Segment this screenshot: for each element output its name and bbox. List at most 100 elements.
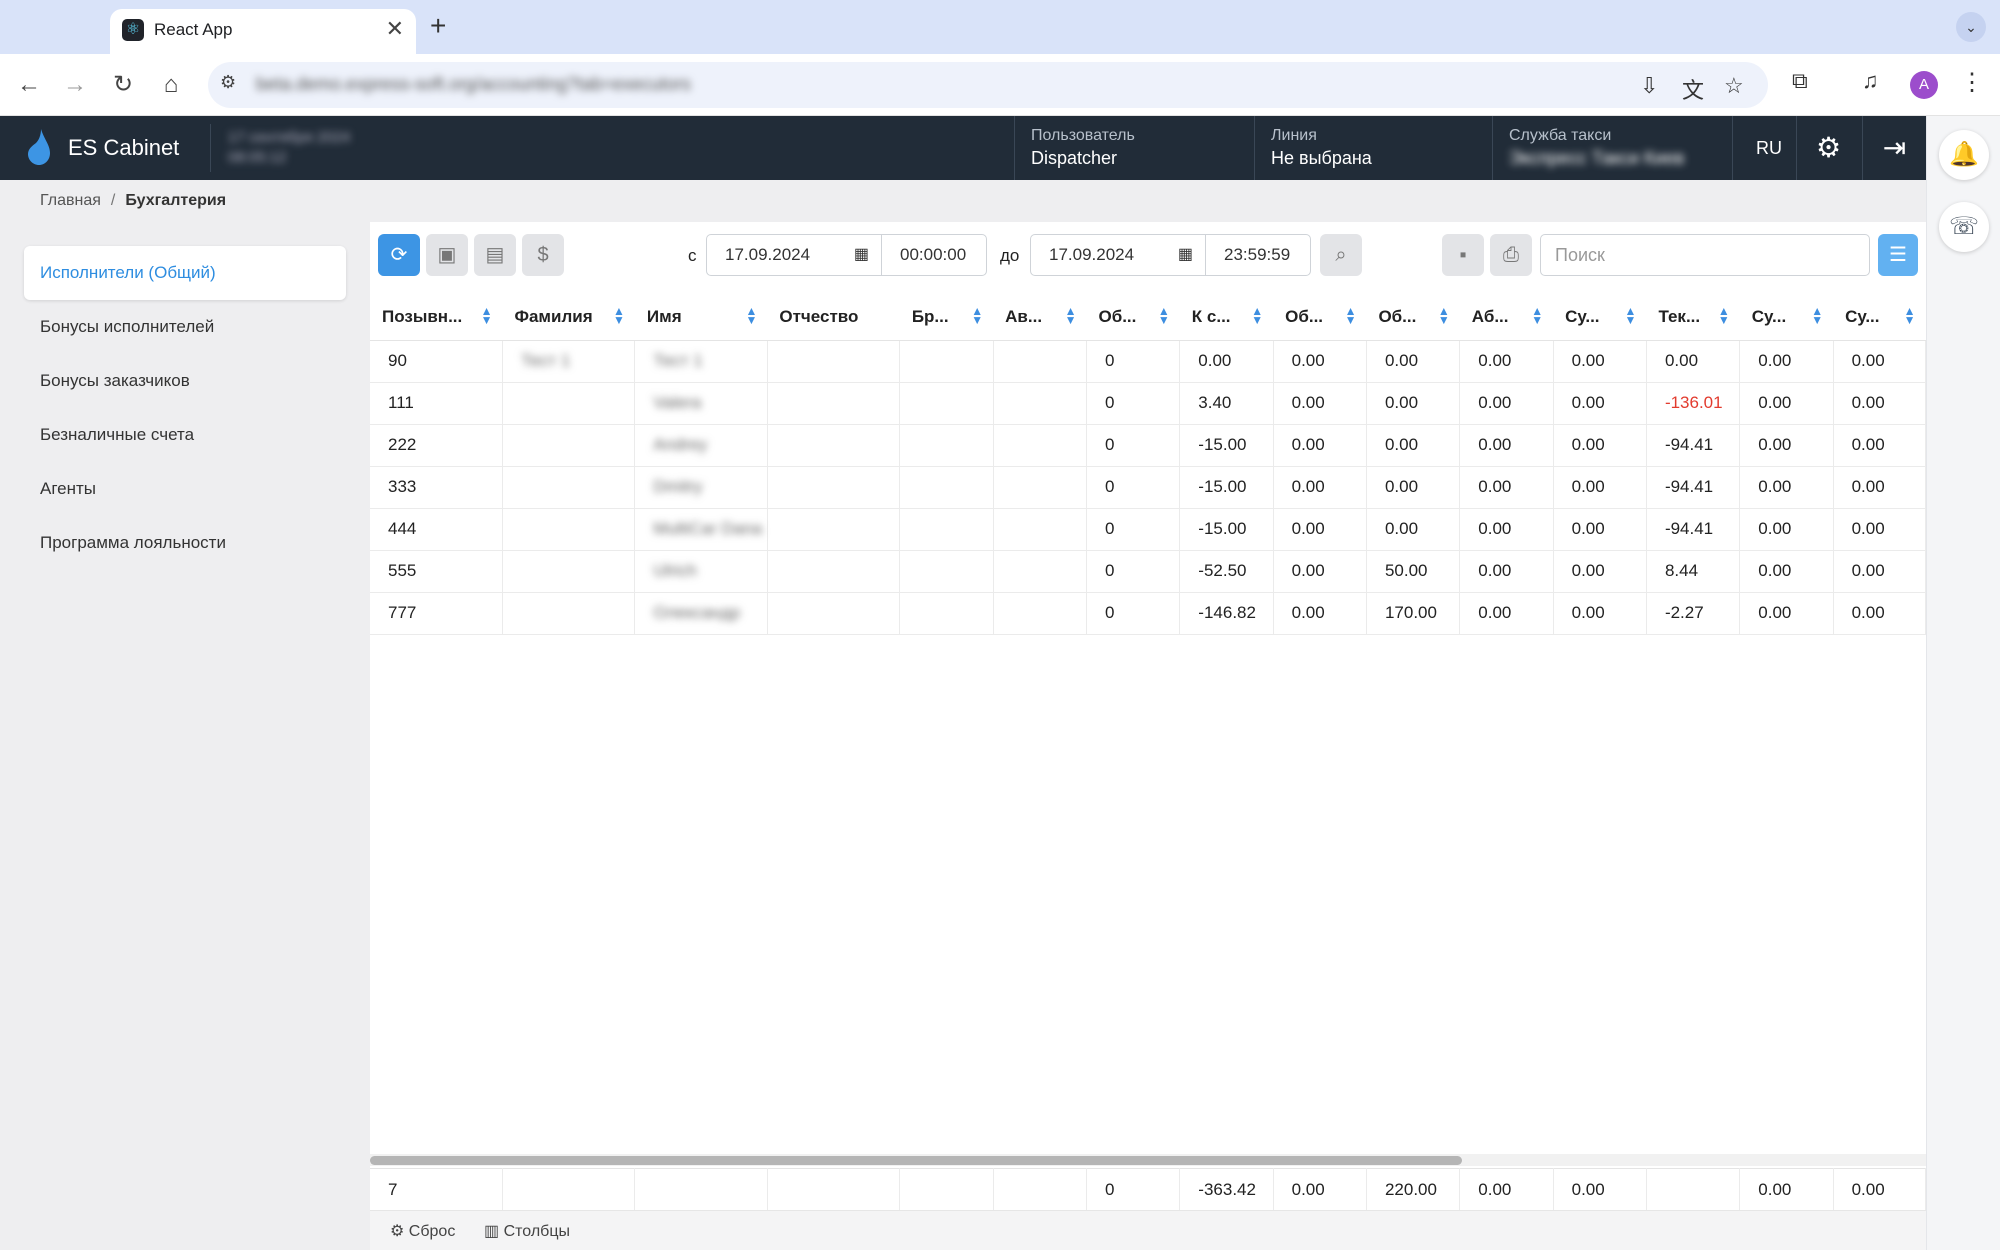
column-header[interactable]: Тек... ▲ ▼ bbox=[1646, 294, 1740, 341]
payout-button[interactable]: $ bbox=[522, 234, 564, 276]
service-value: Экспресс Такси Киев bbox=[1509, 148, 1685, 168]
column-header[interactable]: Фамилия ▲ ▼ bbox=[502, 294, 635, 341]
table-cell: -146.82 bbox=[1179, 592, 1274, 635]
table-row[interactable]: 555 Ulrich 0 -52.50 0.00 50.00 0.00 0.00 8.44 0.0… bbox=[370, 550, 1927, 593]
from-date-input[interactable]: 17.09.2024 ▦ bbox=[706, 234, 882, 276]
wallet-transfer-button[interactable]: ▤ bbox=[474, 234, 516, 276]
site-settings-icon[interactable]: ⚙ bbox=[220, 72, 236, 93]
search-icon[interactable]: ⌕ bbox=[1320, 234, 1362, 276]
table-cell: 0.00 bbox=[1459, 550, 1554, 593]
column-header[interactable]: Позывн... ▲ ▼ bbox=[370, 294, 503, 341]
sidebar-item-customer-bonuses[interactable]: Бонусы заказчиков bbox=[24, 354, 346, 408]
column-header[interactable]: Су... ▲ ▼ bbox=[1739, 294, 1834, 341]
browser-toolbar: ← → ↻ ⌂ ⚙ beta.demo.express-soft.org/acc… bbox=[0, 54, 2000, 116]
to-time-input[interactable]: 23:59:59 bbox=[1205, 234, 1311, 276]
notifications-bell-icon[interactable]: 🔔 bbox=[1939, 130, 1989, 180]
columns-button[interactable]: ▥ Столбцы bbox=[484, 1221, 570, 1241]
reload-button[interactable]: ↻ bbox=[106, 68, 140, 102]
forward-button[interactable]: → bbox=[58, 68, 92, 102]
table-row[interactable]: 222 Andrey 0 -15.00 0.00 0.00 0.00 0.00 -94.41 0.… bbox=[370, 424, 1927, 467]
sort-icon[interactable]: ▲ ▼ bbox=[1251, 305, 1263, 326]
sidebar-item-executors-general[interactable]: Исполнители (Общий) bbox=[24, 246, 346, 300]
sidebar-item-executor-bonuses[interactable]: Бонусы исполнителей bbox=[24, 300, 346, 354]
table-row[interactable]: 777 Олександр 0 -146.82 0.00 170.00 0.00 0.00 -2… bbox=[370, 592, 1927, 635]
sort-icon[interactable]: ▲ ▼ bbox=[1438, 305, 1450, 326]
translate-icon[interactable]: 文 bbox=[1682, 73, 1704, 105]
sort-icon[interactable]: ▲ ▼ bbox=[745, 305, 757, 326]
search-input[interactable]: Поиск bbox=[1540, 234, 1870, 276]
media-controls-icon[interactable]: ♫ bbox=[1862, 68, 1879, 94]
logout-icon[interactable]: ⇥ bbox=[1862, 116, 1926, 180]
table-row[interactable]: 90 Тест 1 Тест 1 0 0.00 0.00 0.00 0.00 0.00 0.00 0… bbox=[370, 340, 1927, 383]
sort-icon[interactable]: ▲ ▼ bbox=[1811, 305, 1823, 326]
table-row[interactable]: 333 Dmitry 0 -15.00 0.00 0.00 0.00 0.00 -94.41 0.… bbox=[370, 466, 1927, 509]
taxi-service-selector[interactable]: Служба такси Экспресс Такси Киев bbox=[1492, 116, 1732, 180]
column-header[interactable]: Аб... ▲ ▼ bbox=[1459, 294, 1554, 341]
line-selector[interactable]: Линия Не выбрана bbox=[1254, 116, 1492, 180]
bookmark-star-icon[interactable]: ☆ bbox=[1724, 73, 1744, 99]
new-tab-button[interactable]: + bbox=[430, 10, 446, 42]
settings-gear-icon[interactable]: ⚙ bbox=[1796, 116, 1860, 180]
column-header[interactable]: Об... ▲ ▼ bbox=[1086, 294, 1180, 341]
table-cell bbox=[993, 550, 1087, 593]
sort-icon[interactable]: ▲ ▼ bbox=[1531, 305, 1543, 326]
language-label[interactable]: RU bbox=[1756, 138, 1782, 159]
wallet-add-button[interactable]: ▣ bbox=[426, 234, 468, 276]
install-app-icon[interactable]: ⇩ bbox=[1640, 73, 1658, 99]
breadcrumb: Главная / Бухгалтерия bbox=[40, 192, 226, 210]
from-time-input[interactable]: 00:00:00 bbox=[881, 234, 987, 276]
scrollbar-thumb[interactable] bbox=[370, 1156, 1462, 1165]
column-header[interactable]: Бр... ▲ ▼ bbox=[899, 294, 994, 341]
sort-icon[interactable]: ▲ ▼ bbox=[1065, 305, 1077, 326]
column-header[interactable]: Об... ▲ ▼ bbox=[1273, 294, 1367, 341]
breadcrumb-home[interactable]: Главная bbox=[40, 192, 101, 209]
close-tab-icon[interactable]: ✕ bbox=[386, 17, 404, 41]
address-bar[interactable]: ⚙ beta.demo.express-soft.org/accounting?… bbox=[208, 62, 1768, 108]
browser-menu-icon[interactable]: ⋮ bbox=[1960, 68, 1984, 97]
reset-button[interactable]: ⚙ Сброс bbox=[390, 1221, 455, 1241]
column-header[interactable]: Су... ▲ ▼ bbox=[1553, 294, 1647, 341]
column-header[interactable]: Ав... ▲ ▼ bbox=[993, 294, 1087, 341]
table-cell: 0.00 bbox=[1739, 466, 1834, 509]
to-date-input[interactable]: 17.09.2024 ▦ bbox=[1030, 234, 1206, 276]
sort-icon[interactable]: ▲ ▼ bbox=[613, 305, 625, 326]
phone-call-icon[interactable]: ☏ bbox=[1939, 202, 1989, 252]
print-icon[interactable]: ⎙ bbox=[1490, 234, 1532, 276]
sort-icon[interactable]: ▲ ▼ bbox=[971, 305, 983, 326]
column-header[interactable]: Имя ▲ ▼ bbox=[634, 294, 768, 341]
totals-cell: 0.00 bbox=[1553, 1168, 1647, 1211]
table-cell: Andrey bbox=[634, 424, 768, 467]
sort-icon[interactable]: ▲ ▼ bbox=[1345, 305, 1357, 326]
extensions-icon[interactable]: ⧉ bbox=[1792, 68, 1808, 94]
calendar-icon[interactable]: ▦ bbox=[1178, 235, 1193, 275]
sort-icon[interactable]: ▲ ▼ bbox=[1158, 305, 1170, 326]
filter-icon[interactable]: ☰ bbox=[1878, 234, 1918, 276]
sidebar-item-loyalty-program[interactable]: Программа лояльности bbox=[24, 516, 346, 570]
table-cell bbox=[767, 508, 901, 551]
sidebar-item-cashless-accounts[interactable]: Безналичные счета bbox=[24, 408, 346, 462]
sidebar-item-agents[interactable]: Агенты bbox=[24, 462, 346, 516]
home-button[interactable]: ⌂ bbox=[154, 68, 188, 102]
sort-icon[interactable]: ▲ ▼ bbox=[1904, 305, 1916, 326]
user-info[interactable]: Пользователь Dispatcher bbox=[1014, 116, 1254, 180]
column-header[interactable]: Су... ▲ ▼ bbox=[1833, 294, 1926, 341]
sort-icon[interactable]: ▲ ▼ bbox=[1718, 305, 1730, 326]
horizontal-scrollbar[interactable] bbox=[370, 1154, 1926, 1166]
browser-tab[interactable]: ⚛ React App ✕ bbox=[110, 9, 416, 54]
back-button[interactable]: ← bbox=[12, 68, 46, 102]
table-cell bbox=[993, 592, 1087, 635]
table-cell bbox=[899, 424, 994, 467]
calendar-icon[interactable]: ▦ bbox=[854, 235, 869, 275]
refresh-button[interactable]: ⟳ bbox=[378, 234, 420, 276]
table-row[interactable]: 111 Valera 0 3.40 0.00 0.00 0.00 0.00 -136.01 0.0… bbox=[370, 382, 1927, 425]
column-header[interactable]: Об... ▲ ▼ bbox=[1366, 294, 1460, 341]
profile-avatar[interactable]: A bbox=[1910, 71, 1938, 99]
sort-icon[interactable]: ▲ ▼ bbox=[1625, 305, 1637, 326]
table-cell: 0 bbox=[1086, 424, 1181, 467]
sort-icon[interactable]: ▲ ▼ bbox=[481, 305, 493, 326]
column-header[interactable]: К с... ▲ ▼ bbox=[1179, 294, 1274, 341]
save-icon[interactable]: ▪ bbox=[1442, 234, 1484, 276]
table-row[interactable]: 444 MultiCar Dana 0 -15.00 0.00 0.00 0.00 0.00-… bbox=[370, 508, 1927, 551]
column-header[interactable]: Отчество bbox=[767, 294, 900, 341]
tab-search-button[interactable]: ⌄ bbox=[1956, 12, 1986, 42]
